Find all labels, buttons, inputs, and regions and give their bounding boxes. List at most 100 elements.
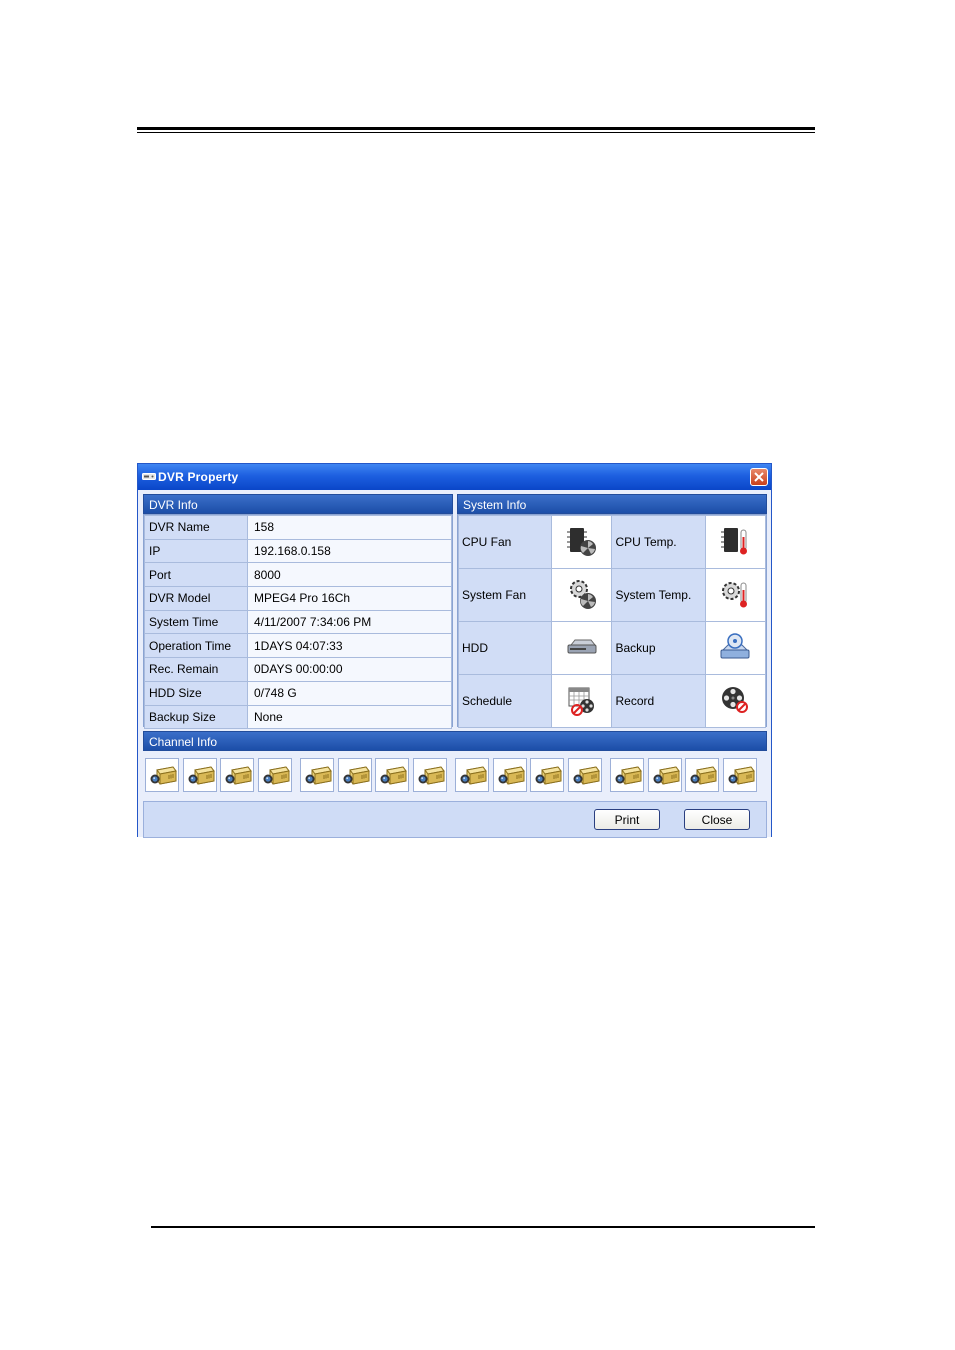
channel-13-camera[interactable] xyxy=(610,758,644,792)
dvr-model-label: DVR Model xyxy=(144,586,248,611)
header-rule-thin xyxy=(137,132,815,133)
backup-label: Backup xyxy=(611,621,706,675)
camera-icon xyxy=(573,766,600,785)
hdd-size-label: HDD Size xyxy=(144,680,248,706)
channel-11-camera[interactable] xyxy=(530,758,564,792)
dvr-info-table: DVR Name 158 IP 192.168.0.158 Port 8000 DVR… xyxy=(144,515,452,730)
table-row: Schedule Record xyxy=(457,674,767,728)
cpu-fan-cell xyxy=(551,515,613,569)
rec-remain-value: 0DAYS 00:00:00 xyxy=(247,657,452,682)
backup-cell xyxy=(704,621,767,675)
camera-icon xyxy=(728,766,755,785)
system-info-panel: CPU Fan CPU Temp. System Fan System Temp… xyxy=(457,514,767,728)
table-row: HDD Backup xyxy=(457,621,767,675)
channel-15-camera[interactable] xyxy=(685,758,719,792)
footer-rule xyxy=(151,1226,815,1228)
camera-icon xyxy=(305,766,332,785)
channel-list xyxy=(145,758,768,796)
channel-10-camera[interactable] xyxy=(492,758,527,792)
backup-size-value: None xyxy=(247,704,452,730)
ip-value: 192.168.0.158 xyxy=(247,538,452,564)
hdd-size-value: 0/748 G xyxy=(247,680,452,706)
table-row: System Fan System Temp. xyxy=(457,568,767,622)
channel-3-camera[interactable] xyxy=(220,758,254,792)
channel-info-title: Channel Info xyxy=(149,735,218,749)
system-info-table: CPU Fan CPU Temp. System Fan System Temp… xyxy=(457,515,767,728)
channel-5-camera[interactable] xyxy=(300,758,334,792)
system-time-value: 4/11/2007 7:34:06 PM xyxy=(247,609,452,635)
channel-info-header: Channel Info xyxy=(143,731,767,751)
cpu-fan-label: CPU Fan xyxy=(457,515,553,569)
operation-time-value: 1DAYS 04:07:33 xyxy=(247,633,452,659)
record-label: Record xyxy=(611,674,706,728)
table-row: System Time 4/11/2007 7:34:06 PM xyxy=(144,609,452,635)
record-icon xyxy=(722,686,749,713)
rec-remain-label: Rec. Remain xyxy=(144,657,248,682)
dvr-property-window: DVR Property DVR Info DVR Name 158 IP 192.… xyxy=(137,463,772,838)
schedule-cell xyxy=(551,674,613,728)
dvr-app-icon xyxy=(142,473,156,480)
port-value: 8000 xyxy=(247,562,452,588)
dvr-name-value: 158 xyxy=(247,515,452,540)
camera-icon xyxy=(690,766,717,785)
channel-8-camera[interactable] xyxy=(412,758,447,792)
camera-icon xyxy=(418,766,445,785)
channel-2-camera[interactable] xyxy=(182,758,217,792)
camera-icon xyxy=(225,766,252,785)
title-bar[interactable]: DVR Property xyxy=(138,464,771,490)
system-time-label: System Time xyxy=(144,609,248,635)
camera-icon xyxy=(188,766,215,785)
port-label: Port xyxy=(144,562,248,588)
dvr-info-panel: DVR Name 158 IP 192.168.0.158 Port 8000 DVR… xyxy=(143,514,453,730)
channel-7-camera[interactable] xyxy=(375,758,409,792)
channel-12-camera[interactable] xyxy=(567,758,602,792)
channel-9-camera[interactable] xyxy=(455,758,489,792)
button-bar: Print Close xyxy=(143,801,767,838)
dvr-model-value: MPEG4 Pro 16Ch xyxy=(247,586,452,611)
cpu-temp-label: CPU Temp. xyxy=(611,515,706,569)
print-button[interactable]: Print xyxy=(594,809,660,830)
dvr-info-header: DVR Info xyxy=(143,494,453,514)
channel-14-camera[interactable] xyxy=(647,758,682,792)
system-temp-cell xyxy=(704,568,767,622)
camera-icon xyxy=(615,766,642,785)
channel-1-camera[interactable] xyxy=(145,758,179,792)
dvr-name-label: DVR Name xyxy=(144,515,248,540)
header-rule-thick xyxy=(137,127,815,130)
table-row: DVR Model MPEG4 Pro 16Ch xyxy=(144,586,452,611)
channel-4-camera[interactable] xyxy=(257,758,292,792)
system-info-header: System Info xyxy=(457,494,767,514)
dvr-info-title: DVR Info xyxy=(149,498,198,512)
camera-icon xyxy=(380,766,407,785)
camera-icon xyxy=(150,766,177,785)
window-title: DVR Property xyxy=(158,470,239,484)
table-row: Backup Size None xyxy=(144,704,452,730)
system-fan-icon xyxy=(569,579,596,609)
table-row: DVR Name 158 xyxy=(144,515,452,540)
camera-icon xyxy=(498,766,525,785)
camera-icon xyxy=(460,766,487,785)
window-close-button[interactable] xyxy=(750,468,768,486)
table-row: HDD Size 0/748 G xyxy=(144,680,452,706)
camera-icon xyxy=(343,766,370,785)
table-row: Operation Time 1DAYS 04:07:33 xyxy=(144,633,452,659)
backup-icon xyxy=(720,632,750,658)
system-fan-label: System Fan xyxy=(457,568,553,622)
backup-size-label: Backup Size xyxy=(144,704,248,730)
table-row: Rec. Remain 0DAYS 00:00:00 xyxy=(144,657,452,682)
channel-16-camera[interactable] xyxy=(722,758,757,792)
system-info-title: System Info xyxy=(463,498,527,512)
table-row: CPU Fan CPU Temp. xyxy=(457,515,767,569)
record-cell xyxy=(704,674,767,728)
hdd-icon xyxy=(567,639,597,653)
camera-icon xyxy=(535,766,562,785)
hdd-label: HDD xyxy=(457,621,553,675)
system-temp-icon xyxy=(722,581,748,607)
channel-6-camera[interactable] xyxy=(337,758,372,792)
schedule-icon xyxy=(568,687,594,716)
close-button[interactable]: Close xyxy=(684,809,750,830)
cpu-fan-icon xyxy=(566,527,596,556)
cpu-temp-icon xyxy=(721,527,748,554)
table-row: Port 8000 xyxy=(144,562,452,588)
ip-label: IP xyxy=(144,538,248,564)
